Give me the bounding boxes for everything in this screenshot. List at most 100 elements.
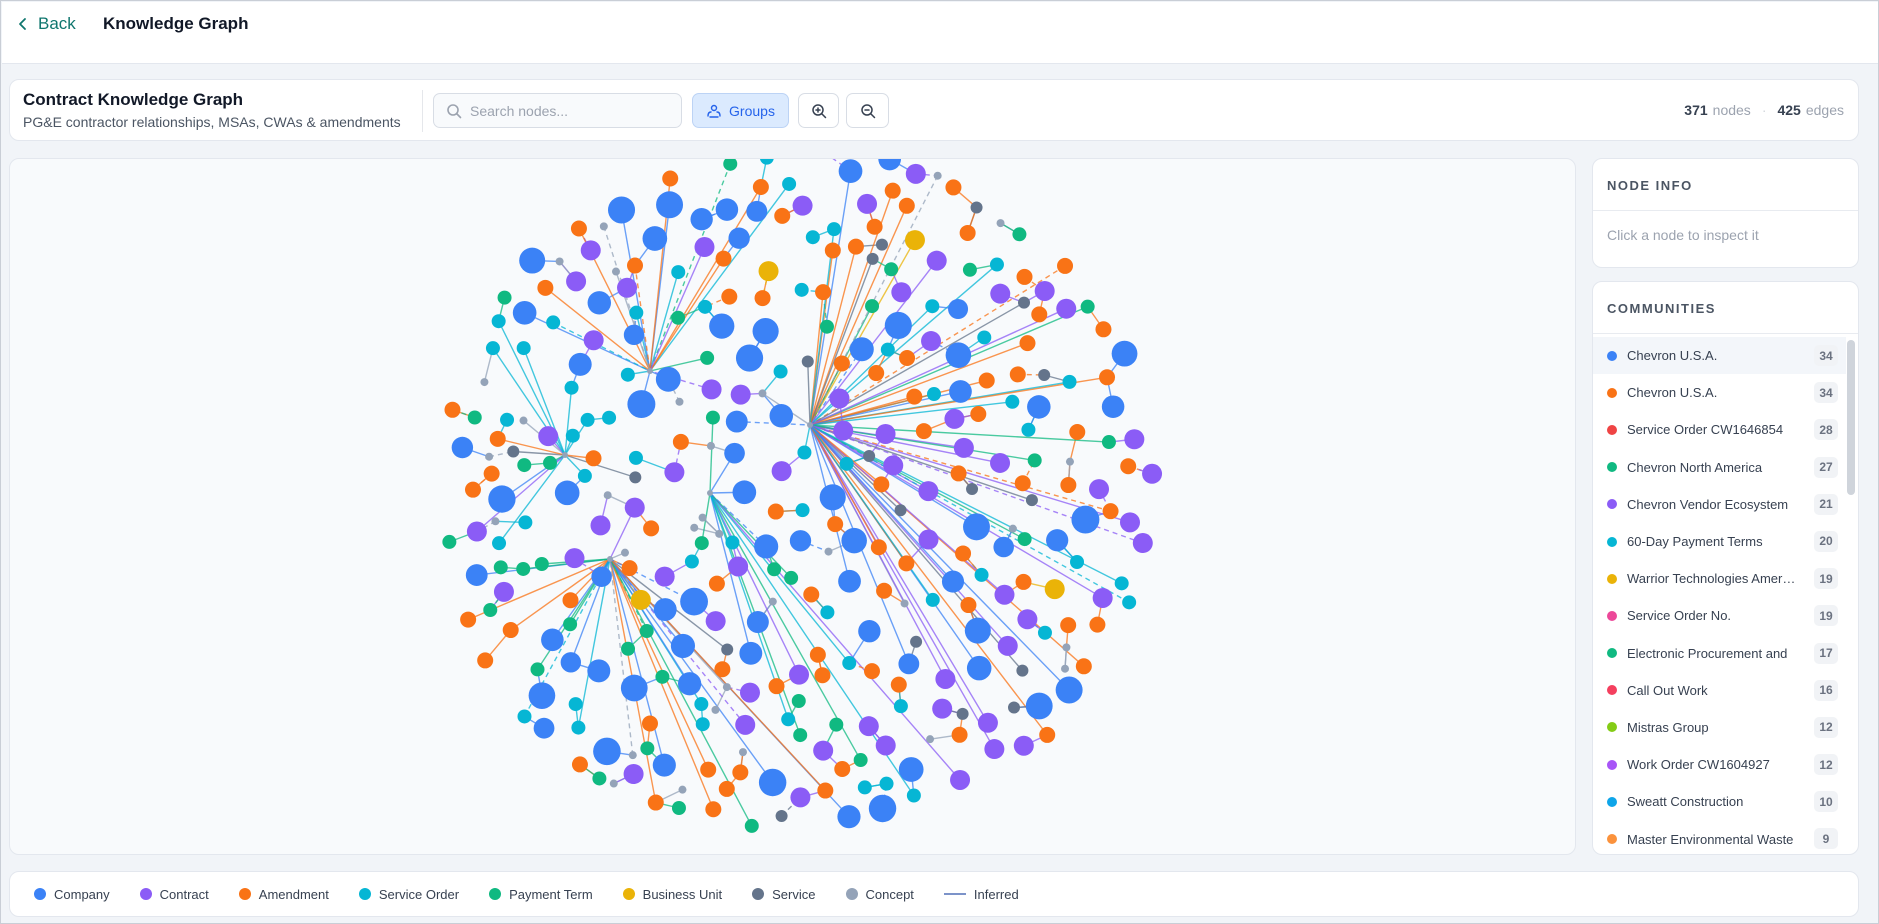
graph-node[interactable] — [990, 452, 1011, 473]
graph-node[interactable] — [442, 534, 457, 549]
graph-node[interactable] — [754, 534, 779, 559]
graph-node[interactable] — [784, 570, 799, 585]
graph-node[interactable] — [451, 436, 474, 459]
graph-node[interactable] — [580, 240, 601, 261]
graph-node[interactable] — [926, 735, 935, 744]
graph-node[interactable] — [775, 809, 788, 822]
graph-node[interactable] — [964, 617, 991, 644]
graph-node[interactable] — [949, 380, 972, 403]
graph-node[interactable] — [767, 503, 784, 520]
graph-node[interactable] — [607, 196, 636, 224]
graph-node[interactable] — [758, 389, 767, 398]
graph-node[interactable] — [609, 779, 618, 788]
graph-node[interactable] — [541, 628, 564, 652]
graph-node[interactable] — [629, 305, 644, 320]
graph-node[interactable] — [1119, 512, 1140, 533]
graph-node[interactable] — [955, 545, 972, 562]
graph-node[interactable] — [707, 490, 713, 496]
graph-node[interactable] — [715, 250, 732, 267]
graph-node[interactable] — [587, 659, 611, 683]
graph-node[interactable] — [771, 461, 792, 482]
graph-node[interactable] — [1102, 503, 1119, 520]
graph-node[interactable] — [977, 712, 998, 733]
graph-canvas[interactable] — [9, 158, 1576, 855]
groups-button[interactable]: Groups — [692, 93, 789, 128]
graph-node[interactable] — [583, 330, 604, 351]
graph-node[interactable] — [543, 455, 558, 470]
graph-node[interactable] — [858, 620, 881, 643]
graph-node[interactable] — [962, 262, 977, 277]
graph-node[interactable] — [993, 536, 1014, 558]
graph-node[interactable] — [769, 403, 794, 428]
graph-node[interactable] — [789, 530, 812, 552]
graph-node[interactable] — [960, 597, 977, 614]
graph-node[interactable] — [630, 589, 651, 610]
graph-node[interactable] — [628, 450, 643, 465]
graph-node[interactable] — [847, 238, 864, 255]
graph-node[interactable] — [485, 341, 500, 356]
graph-node[interactable] — [1025, 692, 1053, 720]
graph-node[interactable] — [560, 652, 582, 673]
graph-node[interactable] — [839, 456, 854, 471]
graph-node[interactable] — [684, 554, 699, 569]
zoom-in-button[interactable] — [798, 93, 839, 128]
graph-node[interactable] — [863, 450, 876, 463]
community-item[interactable]: Call Out Work 16 — [1593, 672, 1846, 709]
graph-node[interactable] — [629, 471, 642, 484]
graph-node[interactable] — [906, 788, 921, 803]
graph-node[interactable] — [879, 776, 894, 791]
graph-node[interactable] — [464, 481, 481, 498]
graph-node[interactable] — [507, 445, 520, 458]
graph-node[interactable] — [865, 299, 880, 314]
graph-node[interactable] — [732, 764, 749, 781]
graph-node[interactable] — [512, 301, 537, 325]
graph-node[interactable] — [978, 372, 995, 389]
graph-node[interactable] — [537, 279, 554, 296]
graph-node[interactable] — [884, 311, 912, 339]
graph-node[interactable] — [1060, 617, 1077, 634]
graph-node[interactable] — [941, 570, 965, 593]
graph-node[interactable] — [898, 555, 915, 572]
graph-node[interactable] — [950, 465, 967, 482]
graph-node[interactable] — [1070, 554, 1085, 569]
graph-node[interactable] — [1038, 369, 1051, 382]
graph-node[interactable] — [868, 365, 885, 382]
graph-node[interactable] — [735, 714, 756, 735]
graph-node[interactable] — [858, 716, 879, 737]
community-item[interactable]: Service Order No. 19 — [1593, 597, 1846, 634]
graph-node[interactable] — [562, 452, 568, 458]
graph-node[interactable] — [829, 717, 844, 732]
graph-node[interactable] — [603, 491, 612, 500]
graph-node[interactable] — [758, 261, 779, 282]
graph-node[interactable] — [984, 739, 1005, 760]
graph-node[interactable] — [738, 748, 747, 757]
graph-node[interactable] — [926, 387, 941, 402]
graph-node[interactable] — [933, 171, 942, 180]
graph-node[interactable] — [672, 433, 689, 450]
graph-node[interactable] — [671, 801, 686, 816]
graph-node[interactable] — [746, 200, 768, 222]
graph-node[interactable] — [833, 420, 854, 441]
graph-node[interactable] — [467, 410, 482, 425]
community-item[interactable]: Work Order CW1604927 12 — [1593, 746, 1846, 783]
graph-node[interactable] — [807, 422, 813, 428]
graph-node[interactable] — [789, 664, 810, 685]
graph-node[interactable] — [602, 410, 617, 425]
graph-node[interactable] — [497, 290, 512, 305]
graph-node[interactable] — [794, 282, 809, 297]
graph-node[interactable] — [643, 520, 660, 537]
zoom-out-button[interactable] — [846, 93, 889, 128]
graph-node[interactable] — [921, 331, 942, 352]
graph-node[interactable] — [664, 462, 685, 483]
graph-node[interactable] — [641, 715, 658, 732]
graph-node[interactable] — [517, 709, 532, 724]
graph-node[interactable] — [690, 208, 713, 231]
graph-node[interactable] — [725, 410, 748, 433]
graph-node[interactable] — [477, 652, 494, 669]
graph-node[interactable] — [894, 504, 907, 517]
graph-node[interactable] — [460, 611, 477, 628]
graph-node[interactable] — [1089, 479, 1110, 500]
graph-node[interactable] — [1005, 394, 1020, 409]
community-item[interactable]: Service Order CW1646854 28 — [1593, 411, 1846, 448]
graph-node[interactable] — [1037, 625, 1052, 640]
